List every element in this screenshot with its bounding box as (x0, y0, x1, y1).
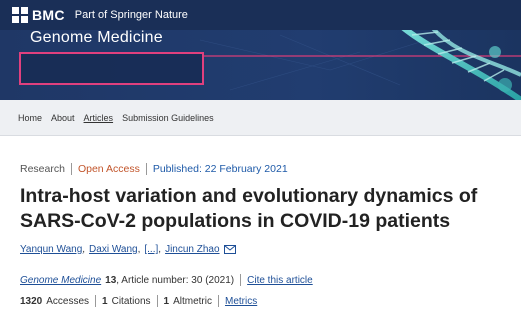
nav-articles[interactable]: Articles (84, 113, 114, 123)
journal-title[interactable]: Genome Medicine (30, 29, 163, 47)
metrics-link[interactable]: Metrics (225, 296, 257, 307)
author-link[interactable]: Yanqun Wang (20, 244, 82, 255)
accesses-label: Accesses (46, 295, 90, 307)
altmetric-count: 1 (163, 295, 170, 307)
published-date: Published: 22 February 2021 (152, 163, 288, 175)
citations-count: 1 (102, 295, 108, 307)
author-separator: , (82, 244, 86, 255)
article-meta: Research Open Access Published: 22 Febru… (20, 163, 288, 175)
divider (217, 295, 219, 307)
author-list: Yanqun Wang , Daxi Wang , [...] , Jincun… (20, 244, 236, 255)
author-link[interactable]: Daxi Wang (89, 244, 138, 255)
nav-home[interactable]: Home (18, 113, 42, 123)
journal-nav: Home About Articles Submission Guideline… (0, 100, 521, 136)
divider (156, 295, 158, 307)
citation-line: Genome Medicine 13 , Article number: 30 … (20, 274, 313, 286)
divider (240, 274, 242, 286)
divider (145, 163, 147, 175)
citations-label: Citations (111, 295, 151, 307)
show-more-authors-button[interactable]: [...] (144, 244, 158, 255)
bmc-logo-text: BMC (32, 7, 65, 23)
author-separator: , (137, 244, 141, 255)
author-link[interactable]: Jincun Zhao (165, 244, 219, 255)
open-access-label: Open Access (77, 163, 140, 175)
citation-details: , Article number: 30 (2021) (116, 274, 235, 286)
bmc-logo-icon (12, 7, 28, 23)
journal-title-box[interactable] (19, 52, 204, 85)
article-title: Intra-host variation and evolutionary dy… (20, 185, 478, 232)
article-metrics: 1320 Accesses 1 Citations 1 Altmetric Me… (20, 295, 257, 307)
altmetric-label: Altmetric (173, 295, 212, 307)
email-icon[interactable] (223, 245, 236, 254)
citation-journal-link[interactable]: Genome Medicine (20, 275, 101, 286)
author-separator: , (158, 244, 162, 255)
article-type: Research (20, 163, 65, 175)
cite-this-article-link[interactable]: Cite this article (247, 275, 313, 286)
accesses-count: 1320 (20, 295, 43, 307)
bmc-logo[interactable]: BMC (12, 7, 65, 23)
citation-volume: 13 (105, 274, 117, 286)
publisher-header: BMC Part of Springer Nature (0, 0, 521, 30)
divider (95, 295, 97, 307)
divider (70, 163, 72, 175)
publisher-tagline: Part of Springer Nature (74, 9, 188, 21)
nav-submission-guidelines[interactable]: Submission Guidelines (122, 113, 214, 123)
nav-about[interactable]: About (51, 113, 75, 123)
